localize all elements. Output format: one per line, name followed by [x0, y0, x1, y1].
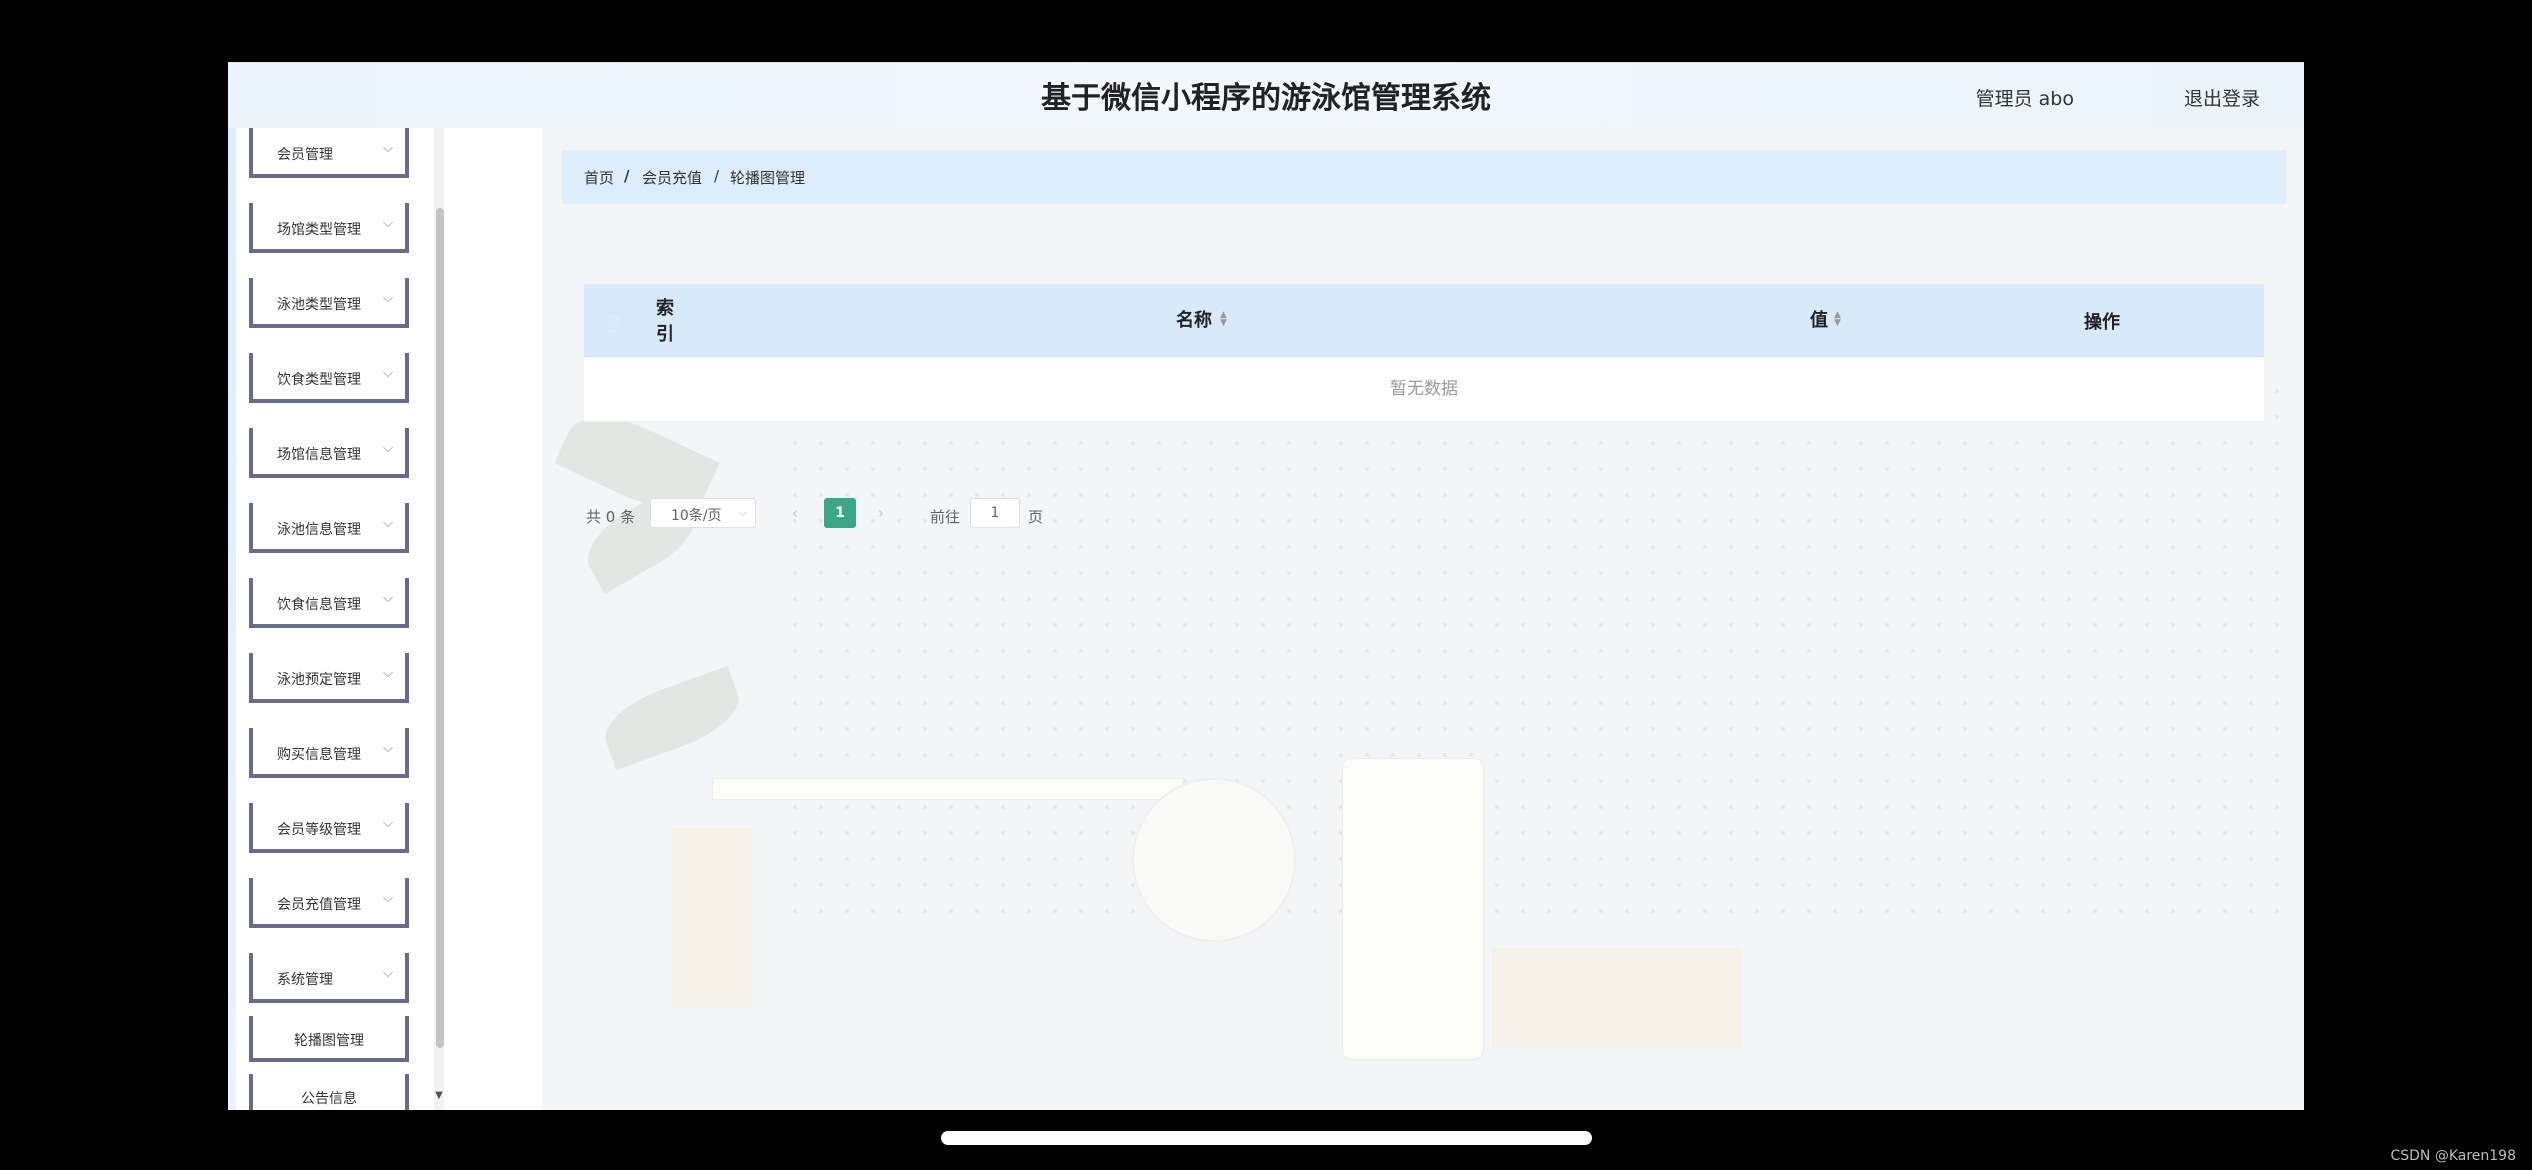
content-gutter — [450, 128, 542, 1110]
logout-button[interactable]: 退出登录 — [2184, 84, 2260, 111]
sidebar-item-label: 泳池信息管理 — [277, 522, 361, 538]
admin-user-label: 管理员 abo — [1975, 88, 2074, 110]
sidebar-item-pool-type[interactable]: 泳池类型管理 ⌵ — [249, 278, 409, 328]
column-header-actions: 操作 — [2084, 312, 2120, 333]
breadcrumb-home[interactable]: 首页 — [584, 167, 614, 188]
background-round-object — [1132, 778, 1296, 942]
sidebar-item-venue-type[interactable]: 场馆类型管理 ⌵ — [249, 203, 409, 253]
page-size-select[interactable]: 10条/页 ⌵ — [650, 498, 756, 528]
breadcrumb: 首页 / 会员充值 / 轮播图管理 — [562, 150, 2286, 204]
sidebar-scrollbar-thumb[interactable] — [436, 208, 444, 1048]
chevron-down-icon: ⌵ — [383, 216, 393, 231]
watermark-text: CSDN @Karen198 — [2390, 1148, 2516, 1164]
sidebar-item-label: 饮食类型管理 — [277, 372, 361, 388]
sidebar-menu: 会员管理 ⌵ 场馆类型管理 ⌵ 泳池类型管理 ⌵ 饮食类型管理 ⌵ 场馆信息管理… — [228, 128, 450, 1110]
sidebar-item-pool-booking[interactable]: 泳池预定管理 ⌵ — [249, 653, 409, 703]
sidebar-item-label: 会员充值管理 — [277, 897, 361, 913]
sidebar-item-label: 场馆类型管理 — [277, 222, 361, 238]
top-header: 基于微信小程序的游泳馆管理系统 管理员 abo 退出登录 — [228, 62, 2304, 129]
goto-page-input[interactable]: 1 — [970, 498, 1020, 528]
chevron-down-icon: ⌵ — [383, 666, 393, 681]
goto-suffix: 页 — [1028, 508, 1044, 526]
sidebar-item-food-info[interactable]: 饮食信息管理 ⌵ — [249, 578, 409, 628]
table-header: 索 引 名称 ▲ ▼ 值 ▲ ▼ 操作 — [584, 284, 2264, 357]
breadcrumb-separator: / — [714, 167, 720, 185]
chevron-down-icon: ⌵ — [383, 891, 393, 906]
sidebar-item-label: 会员管理 — [277, 147, 333, 163]
chevron-down-icon: ⌵ — [383, 591, 393, 606]
breadcrumb-separator: / — [624, 167, 630, 185]
sidebar-item-label: 泳池类型管理 — [277, 297, 361, 313]
column-header-index-line2: 引 — [656, 324, 674, 345]
chevron-down-icon: ⌵ — [383, 291, 393, 306]
background-leaf-image — [595, 665, 749, 771]
sidebar-item-label: 系统管理 — [277, 972, 333, 988]
current-page-button[interactable]: 1 — [824, 498, 856, 528]
sidebar-item-label: 会员等级管理 — [277, 822, 361, 838]
sidebar-item-label: 购买信息管理 — [277, 747, 361, 763]
sidebar-item-label: 饮食信息管理 — [277, 597, 361, 613]
main-content: 首页 / 会员充值 / 轮播图管理 索 引 名称 ▲ ▼ 值 ▲ ▼ 操作 暂无数据… — [542, 128, 2304, 1110]
background-wood-image — [672, 828, 752, 1008]
sidebar-accent-strip — [228, 128, 236, 1110]
sidebar-subitem-carousel[interactable]: 轮播图管理 — [249, 1016, 409, 1062]
sidebar-item-pool-info[interactable]: 泳池信息管理 ⌵ — [249, 503, 409, 553]
sidebar-item-member[interactable]: 会员管理 ⌵ — [249, 128, 409, 178]
sidebar-item-purchase-info[interactable]: 购买信息管理 ⌵ — [249, 728, 409, 778]
goto-label: 前往 — [930, 508, 961, 526]
chevron-up-icon: ⌵ — [383, 966, 393, 981]
sidebar-item-member-recharge[interactable]: 会员充值管理 ⌵ — [249, 878, 409, 928]
sidebar-subitem-announcement[interactable]: 公告信息 — [249, 1074, 409, 1110]
pagination-total: 共 0 条 — [586, 508, 636, 526]
select-all-checkbox[interactable] — [606, 313, 622, 329]
home-indicator-bar[interactable] — [941, 1131, 1592, 1145]
chevron-down-icon: ⌵ — [383, 441, 393, 456]
sidebar-subitem-label: 公告信息 — [301, 1091, 357, 1107]
chevron-down-icon: ⌵ — [383, 816, 393, 831]
breadcrumb-member-recharge[interactable]: 会员充值 — [642, 167, 702, 188]
chevron-down-icon: ⌵ — [383, 366, 393, 381]
chevron-down-icon: ⌵ — [738, 506, 747, 519]
next-page-icon[interactable]: › — [878, 504, 884, 522]
sort-caret-icon[interactable]: ▲ ▼ — [1834, 311, 1841, 328]
sidebar-subitem-label: 轮播图管理 — [294, 1033, 364, 1049]
column-header-value[interactable]: 值 — [1810, 306, 1828, 332]
prev-page-icon[interactable]: ‹ — [792, 504, 798, 522]
column-header-name[interactable]: 名称 — [1176, 306, 1212, 332]
table-empty-state: 暂无数据 — [584, 357, 2264, 422]
app-window: 基于微信小程序的游泳馆管理系统 管理员 abo 退出登录 会员管理 ⌵ 场馆类型… — [228, 62, 2304, 1110]
sidebar-item-label: 泳池预定管理 — [277, 672, 361, 688]
background-shelf-image — [712, 778, 1184, 800]
chevron-down-icon: ⌵ — [383, 516, 393, 531]
chevron-down-icon: ⌵ — [383, 741, 393, 756]
background-wood-image — [1492, 948, 1742, 1048]
data-table: 索 引 名称 ▲ ▼ 值 ▲ ▼ 操作 暂无数据 — [584, 284, 2264, 422]
background-dot-pattern — [782, 378, 2282, 928]
sidebar-item-venue-info[interactable]: 场馆信息管理 ⌵ — [249, 428, 409, 478]
breadcrumb-current: 轮播图管理 — [730, 169, 806, 187]
page-size-value: 10条/页 — [671, 508, 722, 524]
chevron-down-icon: ⌵ — [383, 141, 393, 156]
sort-caret-icon[interactable]: ▲ ▼ — [1220, 311, 1227, 328]
sidebar-item-label: 场馆信息管理 — [277, 447, 361, 463]
sidebar-item-member-level[interactable]: 会员等级管理 ⌵ — [249, 803, 409, 853]
scroll-down-arrow-icon[interactable]: ▼ — [434, 1090, 444, 1101]
column-header-index-line1: 索 — [656, 298, 674, 319]
background-cylinder-image — [1342, 758, 1484, 1060]
sidebar-item-system[interactable]: 系统管理 ⌵ — [249, 953, 409, 1003]
sidebar-item-food-type[interactable]: 饮食类型管理 ⌵ — [249, 353, 409, 403]
